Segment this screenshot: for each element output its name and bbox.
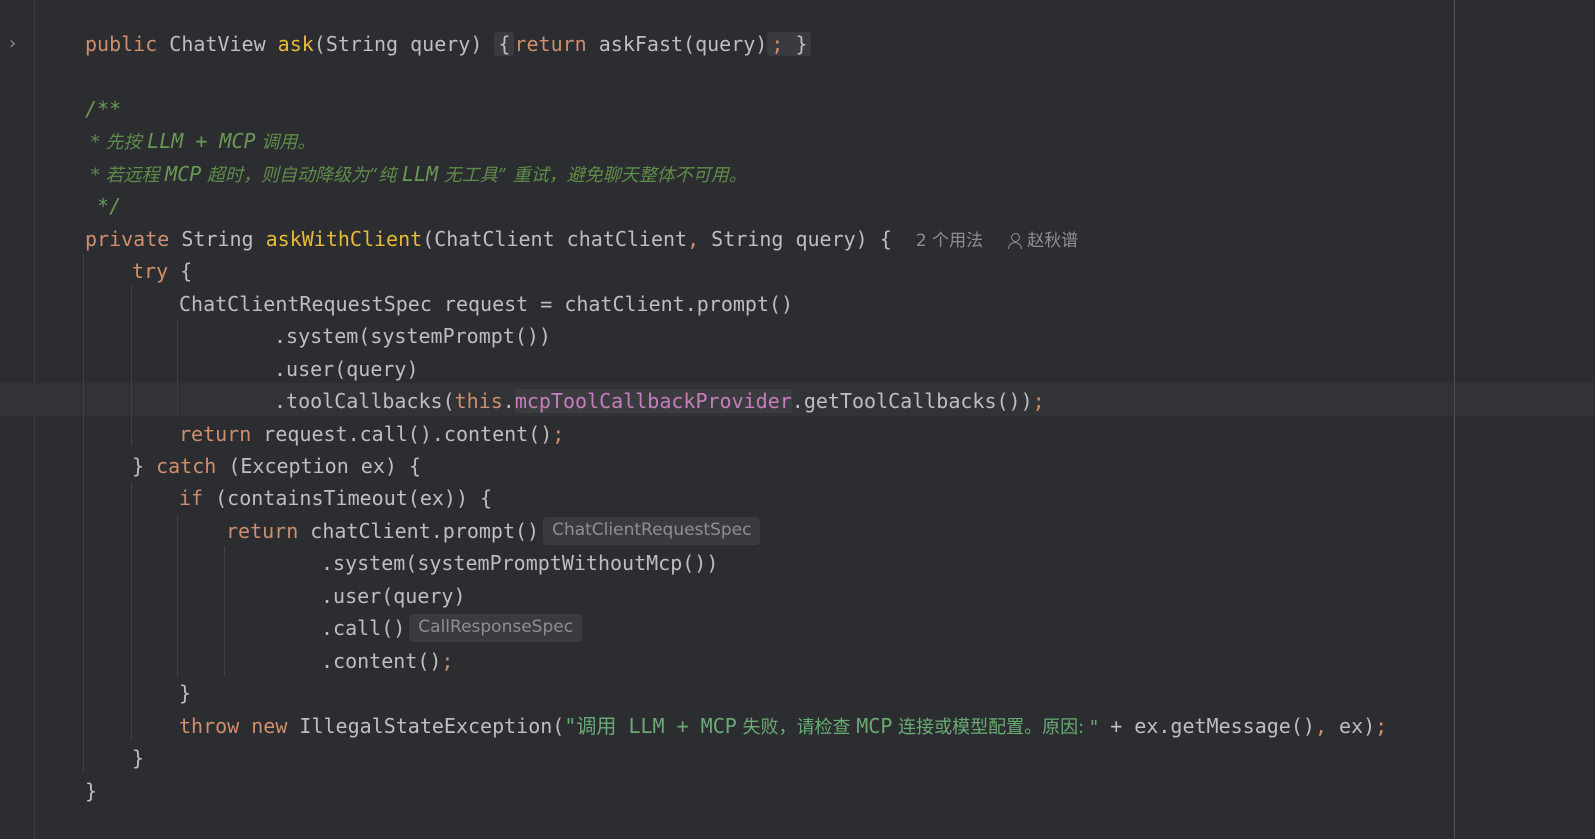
string-literal: 失败，请检查 [736, 717, 857, 738]
indent-guide [131, 286, 132, 446]
keyword: if [179, 486, 204, 510]
keyword: try [132, 259, 169, 283]
indent-guide [177, 514, 178, 678]
code-line-return-prompt[interactable]: return chatClient.prompt() ChatClientRequ… [226, 515, 761, 547]
semicolon: ; [1375, 714, 1388, 738]
params: String query) { [699, 227, 892, 251]
code-line-ask[interactable]: public ChatView ask(String query) {retur… [85, 28, 812, 60]
code-text: { [168, 259, 193, 283]
field-reference[interactable]: mcpToolCallbackProvider [514, 389, 792, 413]
comment-text: 无工具” 重试，避免聊天整体不可用。 [438, 165, 747, 186]
keyword: this [454, 389, 503, 413]
comment-text: * 若远程 [85, 165, 166, 186]
keyword: private [85, 227, 170, 251]
indent-guide [131, 482, 132, 740]
comment-text: 超时，则自动降级为“纯 [201, 165, 402, 186]
folded-region-close[interactable]: } [795, 32, 807, 56]
code-text: (Exception ex) { [216, 454, 422, 478]
call-expr: askFast(query) [598, 32, 768, 56]
keyword: public [85, 32, 158, 56]
code-line-content[interactable]: .content(); [321, 645, 453, 677]
code-text: .call() [321, 616, 406, 640]
right-margin-guide [1454, 0, 1455, 839]
javadoc-line-1: * 先按 LLM + MCP 调用。 [85, 125, 316, 157]
code-text: IllegalStateException( [287, 714, 565, 738]
keyword: return [179, 422, 252, 446]
author-inlay[interactable]: 赵秋谱 [1007, 231, 1078, 251]
author-name: 赵秋谱 [1027, 231, 1079, 251]
code-line-close-catch[interactable]: } [132, 742, 144, 774]
code-line-catch[interactable]: } catch (Exception ex) { [132, 450, 421, 482]
params: (String query) [313, 32, 483, 56]
indent-guide [83, 254, 84, 772]
type-hint: ChatClientRequestSpec [543, 517, 761, 545]
code-line-return-content[interactable]: return request.call().content(); [179, 418, 564, 450]
keyword: catch [156, 454, 217, 478]
code-text: + ex.getMessage() [1098, 714, 1315, 738]
semicolon: ; [441, 649, 454, 673]
comment-text: 调用。 [255, 132, 316, 153]
comment-text: * 先按 [85, 132, 148, 153]
keyword: throw [179, 714, 240, 738]
code-line-close-if[interactable]: } [179, 677, 191, 709]
code-text: . [502, 389, 515, 413]
comma: , [687, 227, 700, 251]
keyword: new [251, 714, 288, 738]
javadoc-line-2: * 若远程 MCP 超时，则自动降级为“纯 LLM 无工具” 重试，避免聊天整体… [85, 158, 747, 190]
code-line-user-2[interactable]: .user(query) [321, 580, 466, 612]
indent-guide [177, 320, 178, 416]
code-line-user[interactable]: .user(query) [274, 353, 419, 385]
type-hint: CallResponseSpec [409, 614, 583, 642]
code-line-try[interactable]: try { [132, 255, 192, 287]
code-line-call[interactable]: .call() CallResponseSpec [321, 612, 583, 644]
semicolon: ; [771, 32, 784, 56]
code-line-system[interactable]: .system(systemPrompt()) [274, 320, 551, 352]
code-text: chatClient.prompt() [298, 519, 540, 543]
semicolon: ; [1032, 389, 1045, 413]
keyword: return [514, 32, 587, 56]
string-literal: LLM + MCP [628, 714, 737, 738]
code-line-toolcallbacks[interactable]: .toolCallbacks(this.mcpToolCallbackProvi… [274, 385, 1045, 417]
method-name: askWithClient [265, 227, 423, 251]
params: (ChatClient chatClient [422, 227, 688, 251]
code-text: } [132, 454, 157, 478]
user-icon [1007, 232, 1023, 250]
code-text: .toolCallbacks( [274, 389, 455, 413]
comment-text: LLM + MCP [147, 129, 256, 153]
code-line-if[interactable]: if (containsTimeout(ex)) { [179, 482, 492, 514]
code-line-throw[interactable]: throw new IllegalStateException("调用 LLM … [179, 710, 1387, 742]
comment-text: MCP [165, 162, 202, 186]
javadoc-open: /** [85, 97, 122, 121]
semicolon: ; [552, 422, 565, 446]
code-line-close-method[interactable]: } [85, 775, 97, 807]
code-line-system-without-mcp[interactable]: .system(systemPromptWithoutMcp()) [321, 547, 718, 579]
code-text: request.call().content() [251, 422, 553, 446]
code-text: .content() [321, 649, 442, 673]
editor-gutter [0, 0, 34, 839]
code-text: ex) [1326, 714, 1376, 738]
keyword: return [226, 519, 299, 543]
string-literal: 连接或模型配置。原因: " [892, 717, 1099, 738]
fold-chevron-icon[interactable]: › [9, 34, 23, 54]
type-name: String [181, 227, 254, 251]
string-literal: MCP [856, 714, 893, 738]
folded-region-open[interactable]: { [494, 32, 515, 56]
method-name: ask [277, 32, 314, 56]
code-text: (containsTimeout(ex)) { [203, 486, 493, 510]
code-line-request[interactable]: ChatClientRequestSpec request = chatClie… [179, 288, 793, 320]
code-line-askWithClient[interactable]: private String askWithClient(ChatClient … [85, 223, 1078, 255]
type-name: ChatView [169, 32, 266, 56]
string-literal: "调用 [564, 714, 629, 738]
javadoc-close: */ [85, 194, 122, 218]
comment-text: LLM [401, 162, 439, 186]
comma: , [1314, 714, 1327, 738]
usages-inlay[interactable]: 2 个用法 [916, 231, 983, 251]
indent-guide [224, 546, 225, 676]
code-text: .getToolCallbacks()) [791, 389, 1033, 413]
